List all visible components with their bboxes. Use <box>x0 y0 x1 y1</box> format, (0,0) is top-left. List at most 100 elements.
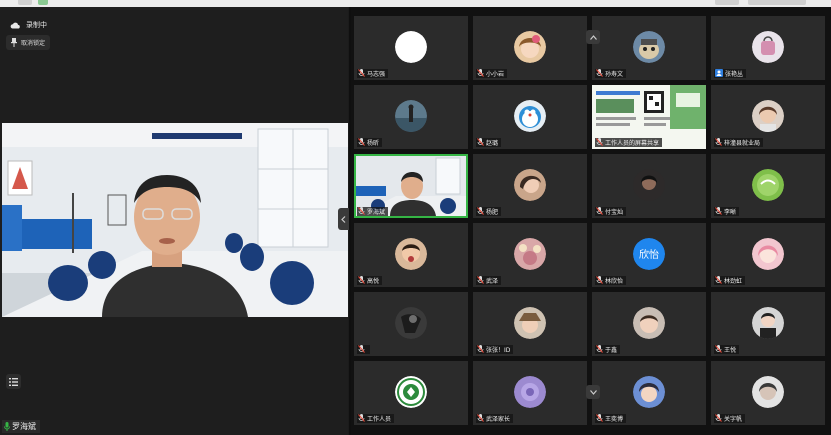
participant-name: 张艳丛 <box>725 71 744 78</box>
mic-muted-icon <box>358 275 365 286</box>
avatar <box>752 169 784 201</box>
list-icon <box>9 377 18 386</box>
participant-tile-21[interactable]: 工作人员 <box>354 361 468 425</box>
participant-name: 付宝灿 <box>605 209 624 216</box>
window-control[interactable] <box>748 0 806 5</box>
collapse-panel-button[interactable] <box>338 208 349 230</box>
participant-tile-8[interactable]: 梓潼县就业局 <box>711 85 825 149</box>
participant-tile-14[interactable]: 武泽 <box>473 223 587 287</box>
participant-name: 工作人员的屏幕共享 <box>605 140 660 147</box>
participant-nameplate: 关字帆 <box>714 413 746 424</box>
mic-muted-icon <box>715 413 722 424</box>
unpin-label: 取消锁定 <box>21 40 46 47</box>
mic-muted-icon <box>715 137 722 148</box>
participant-tile-7[interactable]: 工作人员的屏幕共享 <box>592 85 706 149</box>
participant-name: 梓潼县就业局 <box>724 140 761 147</box>
page-down-button[interactable] <box>586 385 600 399</box>
participant-name: 高悦 <box>367 278 380 285</box>
participant-nameplate: 工作人员 <box>357 413 395 423</box>
mic-muted-icon <box>596 137 603 148</box>
avatar <box>514 31 546 63</box>
participant-name: 孙寿文 <box>605 71 624 78</box>
participant-name: 张张！ID <box>486 347 511 354</box>
unpin-button[interactable]: 取消锁定 <box>6 35 51 50</box>
speaker-nameplate: 罗海斌 <box>2 420 40 433</box>
participant-tile-18[interactable]: 张张！ID <box>473 292 587 356</box>
mic-muted-icon <box>477 413 484 424</box>
avatar <box>395 31 427 63</box>
participant-name: 于鑫 <box>605 347 618 354</box>
avatar <box>514 100 546 132</box>
participant-nameplate: 工作人员的屏幕共享 <box>595 137 663 148</box>
participant-tile-13[interactable]: 高悦 <box>354 223 468 287</box>
participant-tile-3[interactable]: 孙寿文 <box>592 16 706 80</box>
participant-tile-17[interactable] <box>354 292 468 356</box>
window-control[interactable] <box>715 0 739 5</box>
mic-muted-icon <box>358 344 365 355</box>
participant-nameplate: 杨肥 <box>476 206 502 216</box>
participant-nameplate: 王奕博 <box>595 413 627 423</box>
list-button[interactable] <box>6 374 21 389</box>
participant-name: 赵璐 <box>486 140 499 147</box>
window-control[interactable] <box>18 0 32 5</box>
avatar <box>752 31 784 63</box>
recording-label: 录制中 <box>26 21 47 29</box>
participant-tile-24[interactable]: 关字帆 <box>711 361 825 425</box>
avatar <box>395 238 427 270</box>
participant-tile-6[interactable]: 赵璐 <box>473 85 587 149</box>
chevron-left-icon <box>341 215 346 223</box>
participant-tile-22[interactable]: 武泽家长 <box>473 361 587 425</box>
mic-muted-icon <box>596 275 603 286</box>
participant-tile-23[interactable]: 王奕博 <box>592 361 706 425</box>
participant-nameplate: 赵璐 <box>476 137 502 148</box>
mic-muted-icon <box>715 344 722 355</box>
cloud-icon <box>10 22 20 28</box>
avatar <box>514 307 546 339</box>
svg-text:欣怡: 欣怡 <box>639 248 659 261</box>
participant-tile-5[interactable]: 杨昕 <box>354 85 468 149</box>
participant-tile-10[interactable]: 杨肥 <box>473 154 587 218</box>
avatar <box>395 307 427 339</box>
participant-name: 王奕博 <box>605 416 624 423</box>
recording-indicator: 录制中 <box>10 20 47 30</box>
participant-nameplate: 张艳丛 <box>714 68 747 79</box>
participant-name: 罗海斌 <box>367 209 386 216</box>
speaker-video <box>2 123 348 317</box>
page-up-button[interactable] <box>586 30 600 44</box>
participant-grid: 马志强 小小岩 孙寿文 张艳丛杨昕 赵璐 工作人员的屏幕共享 梓潼县就业局罗海斌 杨肥 付宝灿 李… <box>351 7 831 435</box>
participant-tile-4[interactable]: 张艳丛 <box>711 16 825 80</box>
participant-tile-2[interactable]: 小小岩 <box>473 16 587 80</box>
participant-tile-11[interactable]: 付宝灿 <box>592 154 706 218</box>
top-bar <box>0 0 831 7</box>
participant-nameplate: 杨昕 <box>357 137 383 148</box>
avatar <box>752 376 784 408</box>
participant-tile-9[interactable]: 罗海斌 <box>354 154 468 218</box>
participant-name: 李晰 <box>724 209 737 216</box>
avatar <box>514 238 546 270</box>
window-control[interactable] <box>38 0 48 5</box>
speaker-panel: 录制中 取消锁定 罗海斌 <box>0 7 348 435</box>
participant-nameplate: 林劲虹 <box>714 275 746 285</box>
mic-muted-icon <box>477 68 484 79</box>
participant-tile-15[interactable]: 欣怡林欣怡 <box>592 223 706 287</box>
avatar <box>633 169 665 201</box>
participant-tile-20[interactable]: 王悦 <box>711 292 825 356</box>
participant-nameplate: 梓潼县就业局 <box>714 137 764 148</box>
user-icon <box>715 68 723 79</box>
participant-tile-19[interactable]: 于鑫 <box>592 292 706 356</box>
participant-nameplate: 林欣怡 <box>595 275 627 286</box>
avatar <box>752 307 784 339</box>
participant-nameplate: 小小岩 <box>476 68 508 79</box>
participant-name: 马志强 <box>367 71 386 78</box>
participant-tile-1[interactable]: 马志强 <box>354 16 468 80</box>
mic-muted-icon <box>358 68 365 79</box>
participant-name: 小小岩 <box>486 71 505 78</box>
mic-muted-icon <box>358 206 365 217</box>
participant-nameplate <box>357 344 370 355</box>
mic-muted-icon <box>358 137 365 148</box>
participant-tile-12[interactable]: 李晰 <box>711 154 825 218</box>
avatar <box>752 100 784 132</box>
mic-muted-icon <box>477 137 484 148</box>
speaker-name: 罗海斌 <box>12 422 36 431</box>
participant-tile-16[interactable]: 林劲虹 <box>711 223 825 287</box>
